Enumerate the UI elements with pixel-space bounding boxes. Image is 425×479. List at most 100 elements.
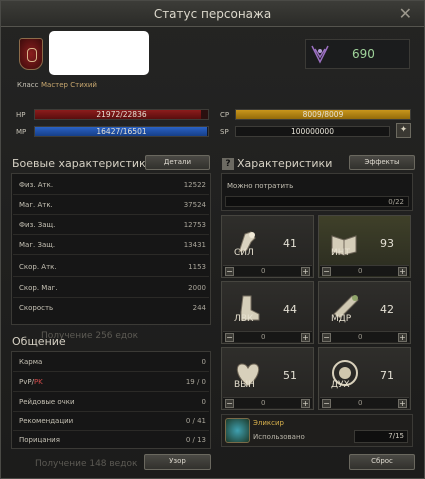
attribute-name: ВЫН	[234, 380, 255, 390]
increase-button[interactable]: +	[398, 333, 407, 342]
combat-stat-value: 2000	[188, 284, 206, 292]
attribute-stepper: − 0 +	[320, 397, 409, 408]
combat-stat-label: Скор. Атк.	[19, 263, 57, 271]
pvp-pk-label: PvP/PK	[19, 378, 43, 386]
row-divider	[13, 234, 209, 235]
attribute-spent: 0	[358, 333, 363, 341]
class-label: Класс	[17, 81, 39, 89]
character-status-window: Статус персонажа ✕ Класс Мастер Стихий 6…	[0, 0, 425, 479]
attribute-cell-3: МДР 42 − 0 +	[318, 281, 411, 344]
pk-label: PK	[33, 378, 43, 386]
attribute-cell-0: СИЛ 41 − 0 +	[221, 215, 314, 278]
attribute-value: 44	[283, 303, 297, 316]
ghost-text-1: Получение 256 едок	[41, 331, 139, 341]
decrease-button[interactable]: −	[322, 267, 331, 276]
social-stat-value: 19 / 0	[185, 378, 206, 386]
cp-value: 8009/8009	[302, 110, 344, 119]
pvp-label: PvP/	[19, 378, 34, 386]
mp-bar: 16427/16501	[34, 126, 209, 137]
cp-bar: 8009/8009	[235, 109, 411, 120]
spend-points-panel: Можно потратить 0/22	[221, 173, 413, 211]
increase-button[interactable]: +	[398, 267, 407, 276]
attribute-cell-5: ДУХ 71 − 0 +	[318, 347, 411, 410]
combat-stat-label: Скор. Маг.	[19, 284, 58, 292]
social-stat-value: 0	[201, 398, 206, 406]
social-stat-label: Порицания	[19, 436, 60, 444]
social-stat-value: 0 / 41	[185, 417, 206, 425]
elixir-name: Эликсир	[253, 419, 284, 427]
social-stat-value: 0 / 13	[185, 436, 206, 444]
inspect-button[interactable]: Узор	[144, 454, 211, 470]
attribute-stepper: − 0 +	[223, 265, 312, 276]
decrease-button[interactable]: −	[322, 333, 331, 342]
row-divider	[13, 430, 209, 431]
increase-button[interactable]: +	[398, 399, 407, 408]
cp-label: CP	[220, 111, 230, 119]
attribute-spent: 0	[261, 399, 266, 407]
attribute-spent: 0	[261, 267, 266, 275]
attribute-value: 93	[380, 237, 394, 250]
character-name-redacted	[49, 31, 149, 75]
combat-stat-label: Маг. Защ.	[19, 241, 56, 249]
close-icon[interactable]: ✕	[399, 4, 412, 23]
ghost-text-2: Получение 148 ведок	[35, 459, 138, 469]
mp-label: MP	[16, 128, 27, 136]
spend-label: Можно потратить	[227, 182, 294, 190]
attributes-heading: Характеристики	[237, 157, 333, 170]
attribute-value: 71	[380, 369, 394, 382]
mp-value: 16427/16501	[96, 127, 147, 136]
combat-stats-panel	[11, 173, 211, 325]
increase-button[interactable]: +	[301, 333, 310, 342]
attribute-cell-2: ЛВК 44 − 0 +	[221, 281, 314, 344]
elixir-used-value: 7/15	[354, 430, 408, 443]
attribute-spent: 0	[261, 333, 266, 341]
decrease-button[interactable]: −	[225, 333, 234, 342]
hp-value: 21972/22836	[96, 110, 147, 119]
combat-stat-value: 13431	[183, 241, 206, 249]
combat-stat-value: 1153	[188, 263, 206, 271]
row-divider	[13, 194, 209, 195]
increase-button[interactable]: +	[301, 399, 310, 408]
attribute-value: 41	[283, 237, 297, 250]
score-value: 690	[352, 47, 375, 61]
combat-stat-label: Физ. Защ.	[19, 221, 56, 229]
hp-label: HP	[16, 111, 26, 119]
row-divider	[13, 411, 209, 412]
elixir-panel: Эликсир Использовано 7/15	[221, 414, 413, 447]
row-divider	[13, 297, 209, 298]
social-stat-value: 0	[201, 358, 206, 366]
row-divider	[13, 214, 209, 215]
combat-stat-label: Физ. Атк.	[19, 181, 54, 189]
decrease-button[interactable]: −	[322, 399, 331, 408]
social-stat-label: Карма	[19, 358, 43, 366]
spend-value: 0/22	[388, 198, 404, 206]
combat-stat-label: Маг. Атк.	[19, 201, 53, 209]
help-icon[interactable]: ?	[222, 158, 234, 170]
row-divider	[13, 254, 209, 255]
attribute-name: ДУХ	[331, 380, 350, 390]
combat-stat-value: 37524	[183, 201, 206, 209]
attribute-stepper: − 0 +	[320, 331, 409, 342]
attribute-spent: 0	[358, 399, 363, 407]
attribute-stepper: − 0 +	[223, 397, 312, 408]
social-stat-label: Рейдовые очки	[19, 398, 75, 406]
hp-bar: 21972/22836	[34, 109, 209, 120]
decrease-button[interactable]: −	[225, 267, 234, 276]
attribute-name: ЛВК	[234, 314, 254, 324]
attribute-stepper: − 0 +	[223, 331, 312, 342]
details-button[interactable]: Детали	[145, 155, 210, 170]
attribute-value: 42	[380, 303, 394, 316]
increase-button[interactable]: +	[301, 267, 310, 276]
attribute-name: ИНТ	[331, 248, 350, 258]
crest-icon	[311, 45, 329, 64]
attribute-name: МДР	[331, 314, 352, 324]
reset-button[interactable]: Сброс	[349, 454, 415, 470]
combat-stat-value: 12522	[183, 181, 206, 189]
spend-bar: 0/22	[225, 196, 409, 207]
attribute-value: 51	[283, 369, 297, 382]
title-bar[interactable]: Статус персонажа ✕	[1, 1, 424, 27]
sp-transfer-icon[interactable]: ✦	[396, 123, 411, 138]
effects-button[interactable]: Эффекты	[349, 155, 415, 170]
decrease-button[interactable]: −	[225, 399, 234, 408]
row-divider	[13, 276, 209, 277]
